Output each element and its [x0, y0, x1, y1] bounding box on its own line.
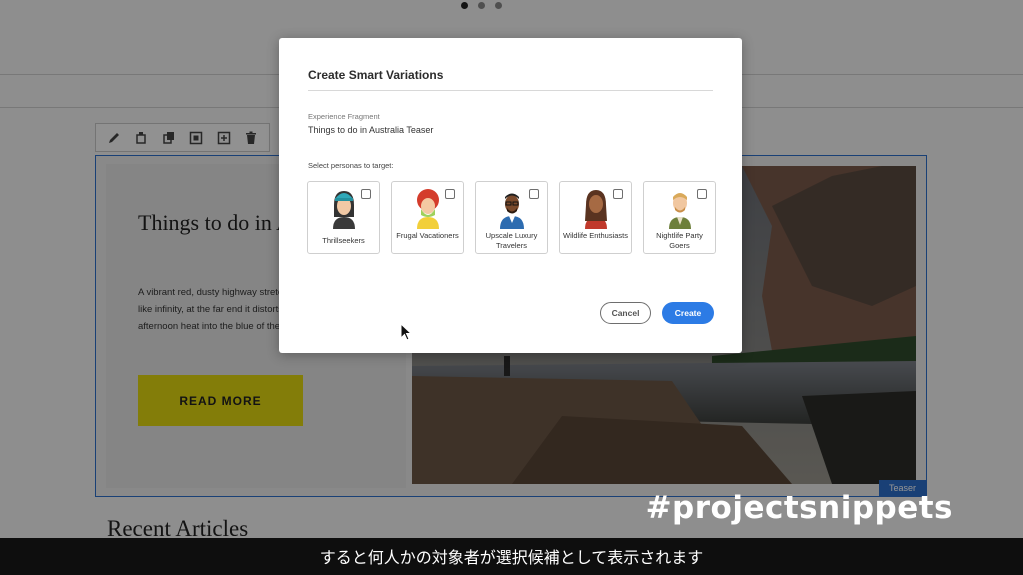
- experience-fragment-value: Things to do in Australia Teaser: [308, 125, 434, 135]
- nightlife-avatar-icon: [663, 187, 697, 229]
- persona-label: Upscale Luxury Travelers: [485, 231, 538, 250]
- wildlife-enthusiast-avatar-icon: [579, 187, 613, 229]
- persona-checkbox[interactable]: [529, 189, 539, 199]
- experience-fragment-label: Experience Fragment: [308, 112, 380, 121]
- persona-card-nightlife-party-goers[interactable]: Nightlife Party Goers: [643, 181, 716, 254]
- persona-prompt: Select personas to target:: [308, 161, 394, 170]
- luxury-traveler-avatar-icon: [495, 187, 529, 229]
- persona-card-wildlife-enthusiasts[interactable]: Wildlife Enthusiasts: [559, 181, 632, 254]
- persona-list: Thrillseekers Frugal Vacationers Upscale…: [307, 181, 716, 254]
- subtitle-caption: すると何人かの対象者が選択候補として表示されます: [319, 548, 704, 567]
- dialog-title: Create Smart Variations: [308, 68, 444, 82]
- persona-card-thrillseekers[interactable]: Thrillseekers: [307, 181, 380, 254]
- persona-label: Nightlife Party Goers: [656, 231, 703, 250]
- dialog-divider: [308, 90, 713, 91]
- persona-checkbox[interactable]: [445, 189, 455, 199]
- thrillseeker-avatar-icon: [327, 187, 361, 229]
- persona-label: Wildlife Enthusiasts: [562, 231, 629, 240]
- persona-card-frugal-vacationers[interactable]: Frugal Vacationers: [391, 181, 464, 254]
- cancel-button[interactable]: Cancel: [600, 302, 651, 324]
- persona-checkbox[interactable]: [361, 189, 371, 199]
- create-button[interactable]: Create: [662, 302, 714, 324]
- brand-watermark: #projectsnippets: [645, 490, 953, 526]
- mouse-cursor-icon: [400, 323, 412, 341]
- persona-label: Thrillseekers: [322, 236, 365, 245]
- persona-card-upscale-luxury-travelers[interactable]: Upscale Luxury Travelers: [475, 181, 548, 254]
- create-smart-variations-dialog: Create Smart Variations Experience Fragm…: [279, 38, 742, 353]
- persona-label: Frugal Vacationers: [396, 231, 459, 240]
- persona-checkbox[interactable]: [697, 189, 707, 199]
- persona-checkbox[interactable]: [613, 189, 623, 199]
- frugal-vacationer-avatar-icon: [411, 187, 445, 229]
